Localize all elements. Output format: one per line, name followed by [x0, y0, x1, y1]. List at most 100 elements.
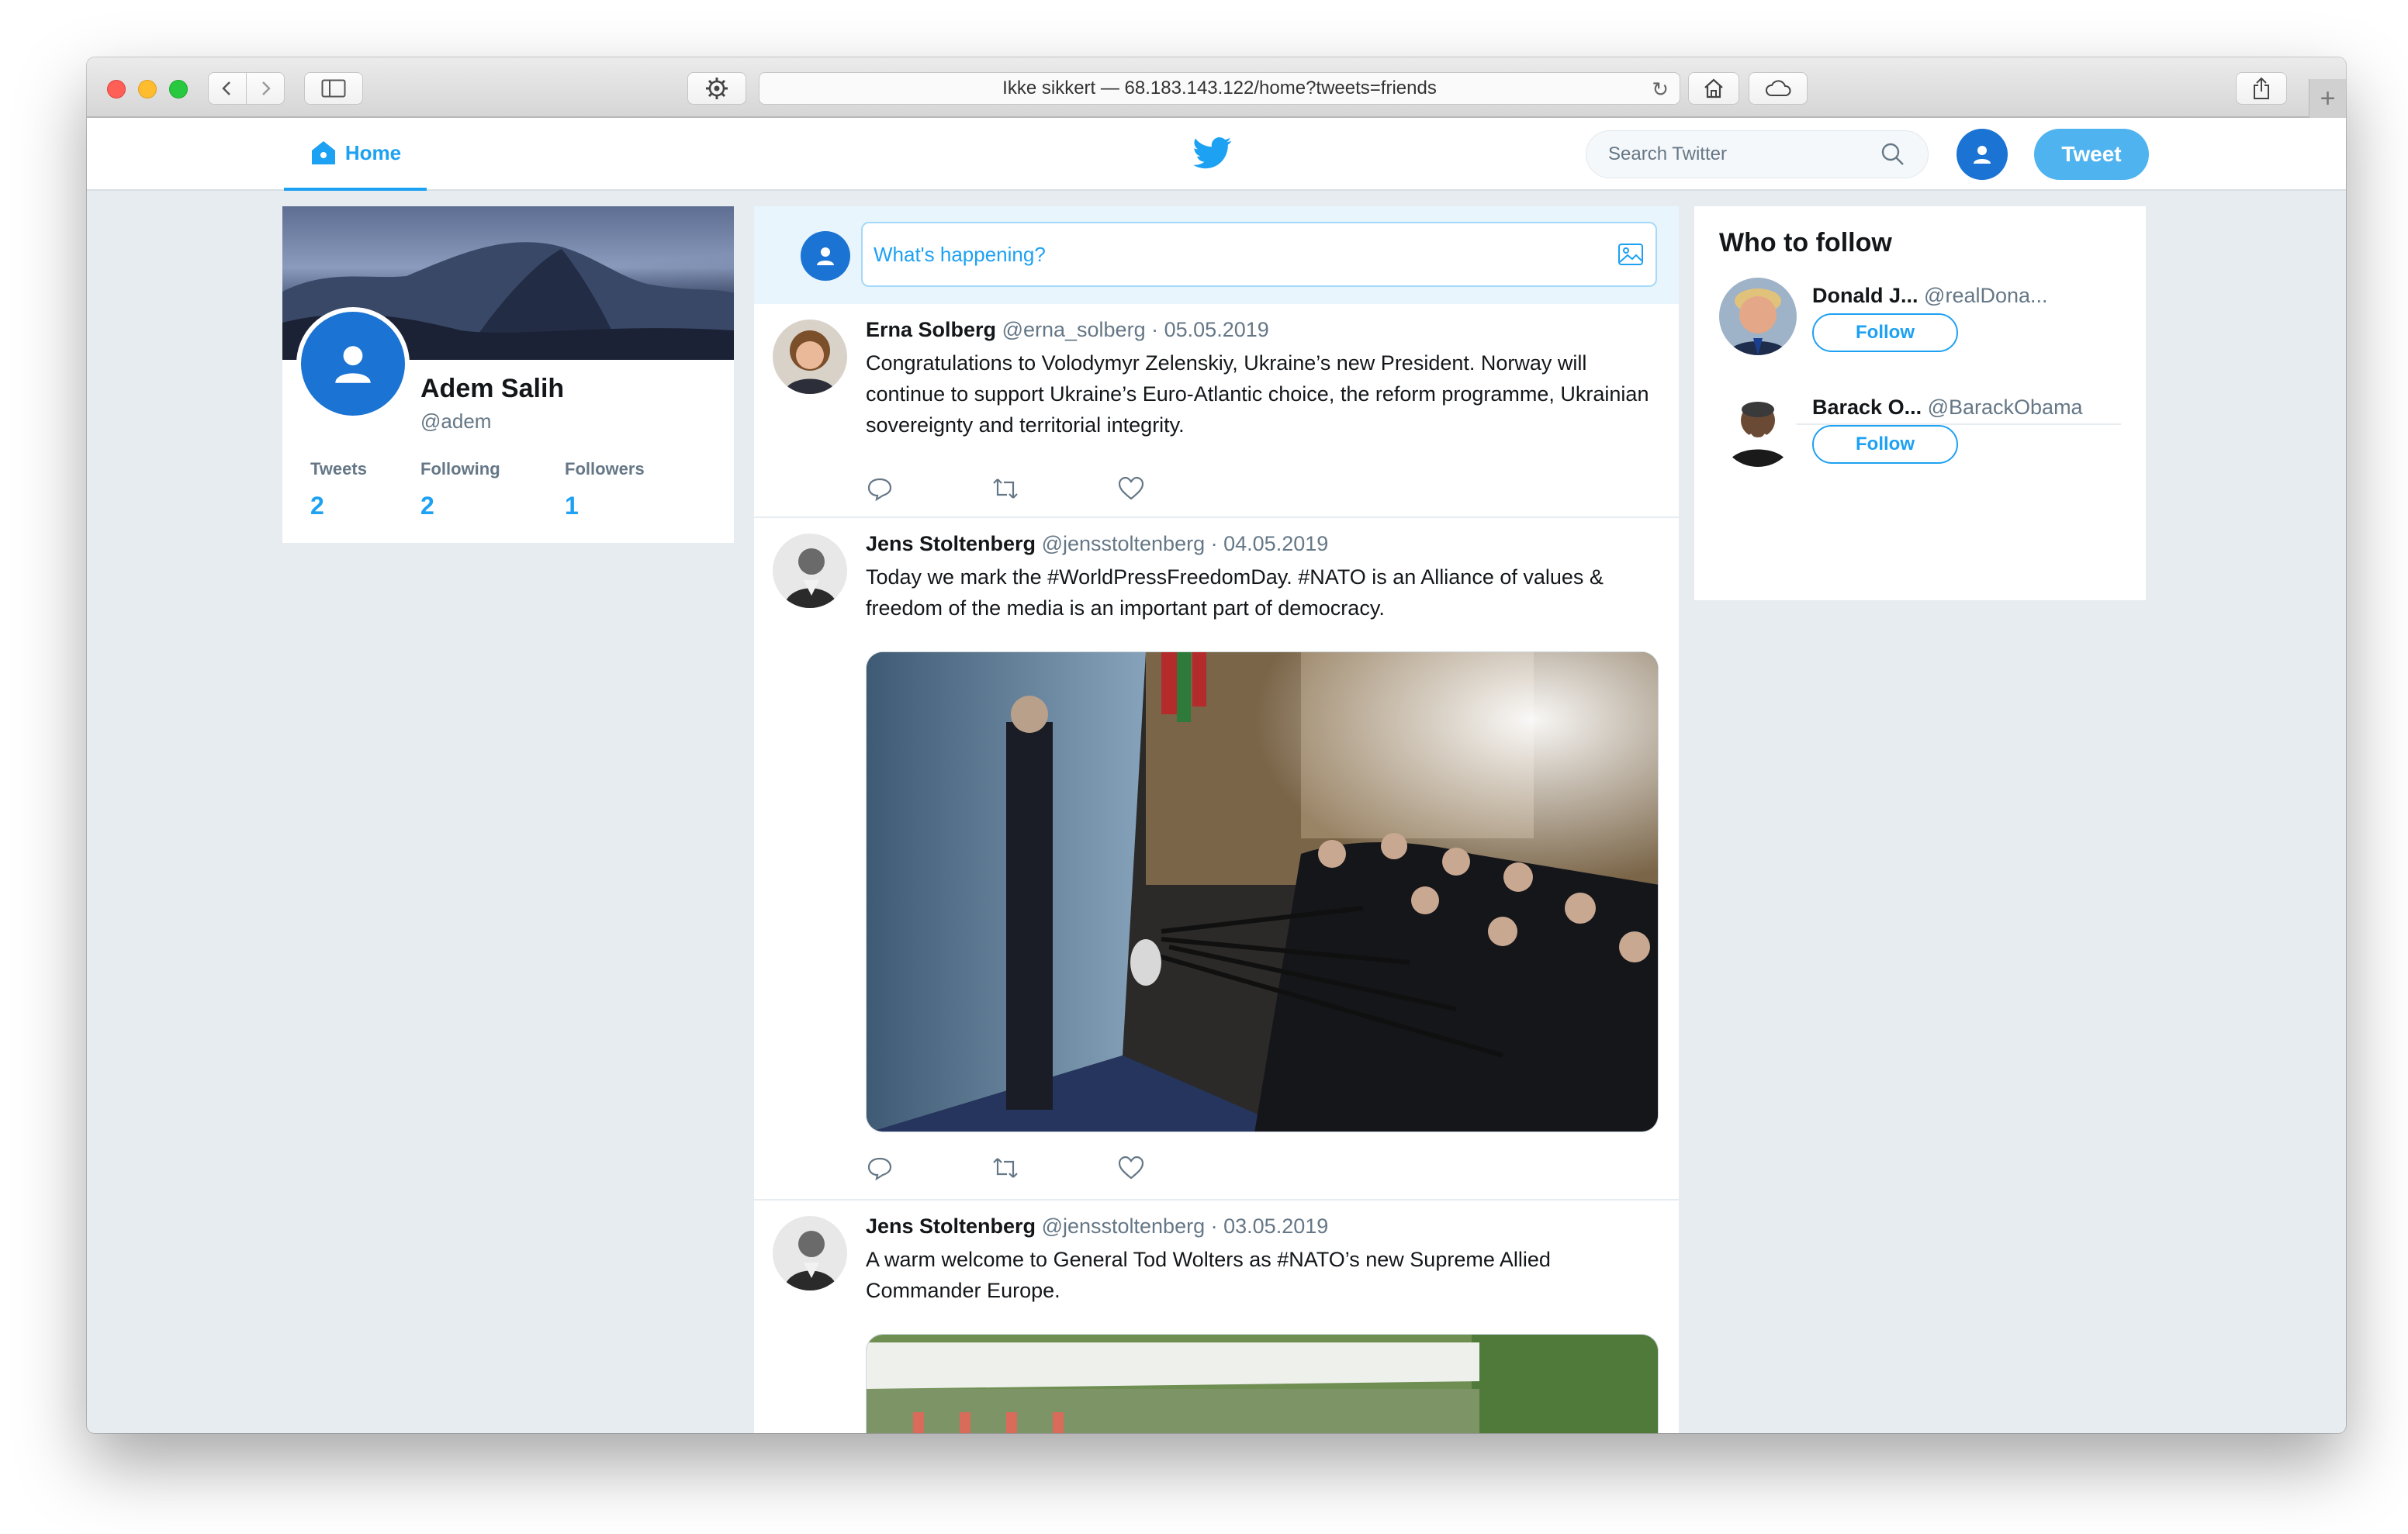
tweet-date[interactable]: 05.05.2019 [1164, 318, 1269, 341]
suggestion-handle[interactable]: @realDona... [1924, 284, 2047, 307]
stat-followers[interactable]: Followers 1 [565, 459, 645, 520]
user-icon [1974, 146, 1991, 164]
back-button[interactable] [208, 72, 247, 105]
tweet-media-image[interactable] [866, 1334, 1659, 1433]
tweet-separator: · [1210, 1214, 1218, 1238]
stat-label: Following [420, 459, 500, 479]
tab-home[interactable]: Home [284, 118, 427, 191]
app-header: Home Tweet [87, 118, 2346, 191]
suggestion-display-name[interactable]: Barack O... [1812, 396, 1922, 419]
suggestion-avatar[interactable] [1719, 389, 1797, 467]
tweet-handle[interactable]: @jensstoltenberg [1042, 532, 1206, 555]
tweet-date[interactable]: 03.05.2019 [1223, 1214, 1328, 1238]
profile-handle[interactable]: @adem [420, 409, 491, 434]
stat-label: Tweets [310, 459, 367, 479]
stat-value: 2 [310, 492, 324, 520]
suggestion-display-name[interactable]: Donald J... [1812, 284, 1918, 307]
plus-icon: + [2320, 83, 2336, 113]
icloud-tabs-button[interactable] [1749, 72, 1808, 105]
jens-stoltenberg-photo [773, 534, 847, 608]
address-bar[interactable]: Ikke sikkert — 68.183.143.122/home?tweet… [759, 72, 1680, 105]
close-window-button[interactable] [107, 80, 126, 98]
reload-icon[interactable]: ↻ [1652, 78, 1669, 102]
follow-suggestion: Barack O... @BarackObama Follow [1719, 389, 2121, 482]
tweet-header: Jens Stoltenberg @jensstoltenberg · 04.0… [866, 532, 1328, 556]
tweet-text: A warm welcome to General Tod Wolters as… [866, 1248, 1551, 1302]
browser-window: Ikke sikkert — 68.183.143.122/home?tweet… [87, 57, 2346, 1433]
forward-button[interactable] [246, 72, 285, 105]
search-input[interactable] [1608, 143, 1880, 165]
tweet-author[interactable]: Erna Solberg [866, 318, 996, 341]
tweet-media-image[interactable] [866, 651, 1659, 1132]
twitter-bird-icon[interactable] [1193, 133, 1232, 172]
timeline: Erna Solberg @erna_solberg · 05.05.2019 … [754, 206, 1679, 1433]
stat-tweets[interactable]: Tweets 2 [310, 459, 367, 520]
sidebar-icon [321, 79, 346, 98]
heart-icon [1118, 1156, 1144, 1180]
suggestion-avatar[interactable] [1719, 278, 1797, 355]
browser-home-button[interactable] [1688, 72, 1739, 105]
tweet-avatar[interactable] [773, 320, 847, 394]
like-button[interactable] [1117, 473, 1243, 504]
tweet-date[interactable]: 04.05.2019 [1223, 532, 1328, 555]
account-avatar[interactable] [1956, 129, 2008, 180]
user-icon [817, 247, 834, 265]
suggestion-handle[interactable]: @BarackObama [1928, 396, 2083, 419]
search-icon[interactable] [1880, 141, 1906, 168]
tweet-text: Congratulations to Volodymyr Zelenskiy, … [866, 351, 1649, 437]
user-icon [335, 346, 371, 383]
search-field[interactable] [1586, 130, 1929, 178]
suggestion-name: Barack O... @BarackObama [1812, 396, 2083, 420]
erna-solberg-photo [773, 320, 847, 394]
retweet-button[interactable] [991, 473, 1117, 504]
jens-stoltenberg-photo [773, 1216, 847, 1290]
profile-card: Adem Salih @adem Tweets 2 Following 2 Fo… [282, 206, 734, 543]
tweet-avatar[interactable] [773, 534, 847, 608]
profile-avatar[interactable] [296, 307, 410, 420]
share-icon [2254, 77, 2269, 99]
follow-button[interactable]: Follow [1812, 425, 1958, 464]
stat-value: 2 [420, 492, 434, 520]
ceremony-photo [867, 1335, 1658, 1433]
tweet-separator: · [1210, 532, 1218, 555]
tweet-actions [866, 1152, 1243, 1183]
tweet-header: Jens Stoltenberg @jensstoltenberg · 03.0… [866, 1214, 1328, 1239]
tweet-handle[interactable]: @erna_solberg [1002, 318, 1146, 341]
tweet[interactable]: Jens Stoltenberg @jensstoltenberg · 03.0… [754, 1201, 1679, 1433]
donald-trump-photo [1719, 278, 1797, 355]
follow-button[interactable]: Follow [1812, 313, 1958, 352]
reply-button[interactable] [866, 1152, 991, 1183]
minimize-window-button[interactable] [138, 80, 157, 98]
stat-following[interactable]: Following 2 [420, 459, 500, 520]
tweet-author[interactable]: Jens Stoltenberg [866, 1214, 1036, 1238]
press-conference-photo [867, 652, 1658, 1131]
tweet-button[interactable]: Tweet [2034, 129, 2149, 180]
profile-name[interactable]: Adem Salih [420, 374, 564, 404]
stat-value: 1 [565, 492, 579, 520]
chevron-left-icon [222, 81, 230, 95]
tweet-header: Erna Solberg @erna_solberg · 05.05.2019 [866, 318, 1269, 342]
compose-field[interactable] [861, 222, 1657, 287]
tweet-composer [754, 206, 1679, 304]
house-icon [1704, 78, 1723, 98]
cloud-icon [1766, 80, 1791, 96]
tweet[interactable]: Jens Stoltenberg @jensstoltenberg · 04.0… [754, 518, 1679, 1201]
compose-input[interactable] [874, 242, 1617, 267]
tweet-handle[interactable]: @jensstoltenberg [1042, 1214, 1206, 1238]
extension-button[interactable] [687, 72, 746, 105]
heart-icon [1118, 476, 1144, 500]
who-to-follow-title: Who to follow [1719, 228, 1892, 257]
tweet[interactable]: Erna Solberg @erna_solberg · 05.05.2019 … [754, 304, 1679, 518]
gear-icon [706, 78, 728, 99]
tweet-avatar[interactable] [773, 1216, 847, 1290]
new-tab-button[interactable]: + [2309, 79, 2346, 118]
image-icon[interactable] [1617, 240, 1645, 268]
reply-button[interactable] [866, 473, 991, 504]
zoom-window-button[interactable] [169, 80, 188, 98]
share-button[interactable] [2236, 72, 2287, 105]
composer-avatar [801, 231, 850, 281]
retweet-button[interactable] [991, 1152, 1117, 1183]
tweet-author[interactable]: Jens Stoltenberg [866, 532, 1036, 555]
sidebar-toggle-button[interactable] [304, 72, 363, 105]
like-button[interactable] [1117, 1152, 1243, 1183]
